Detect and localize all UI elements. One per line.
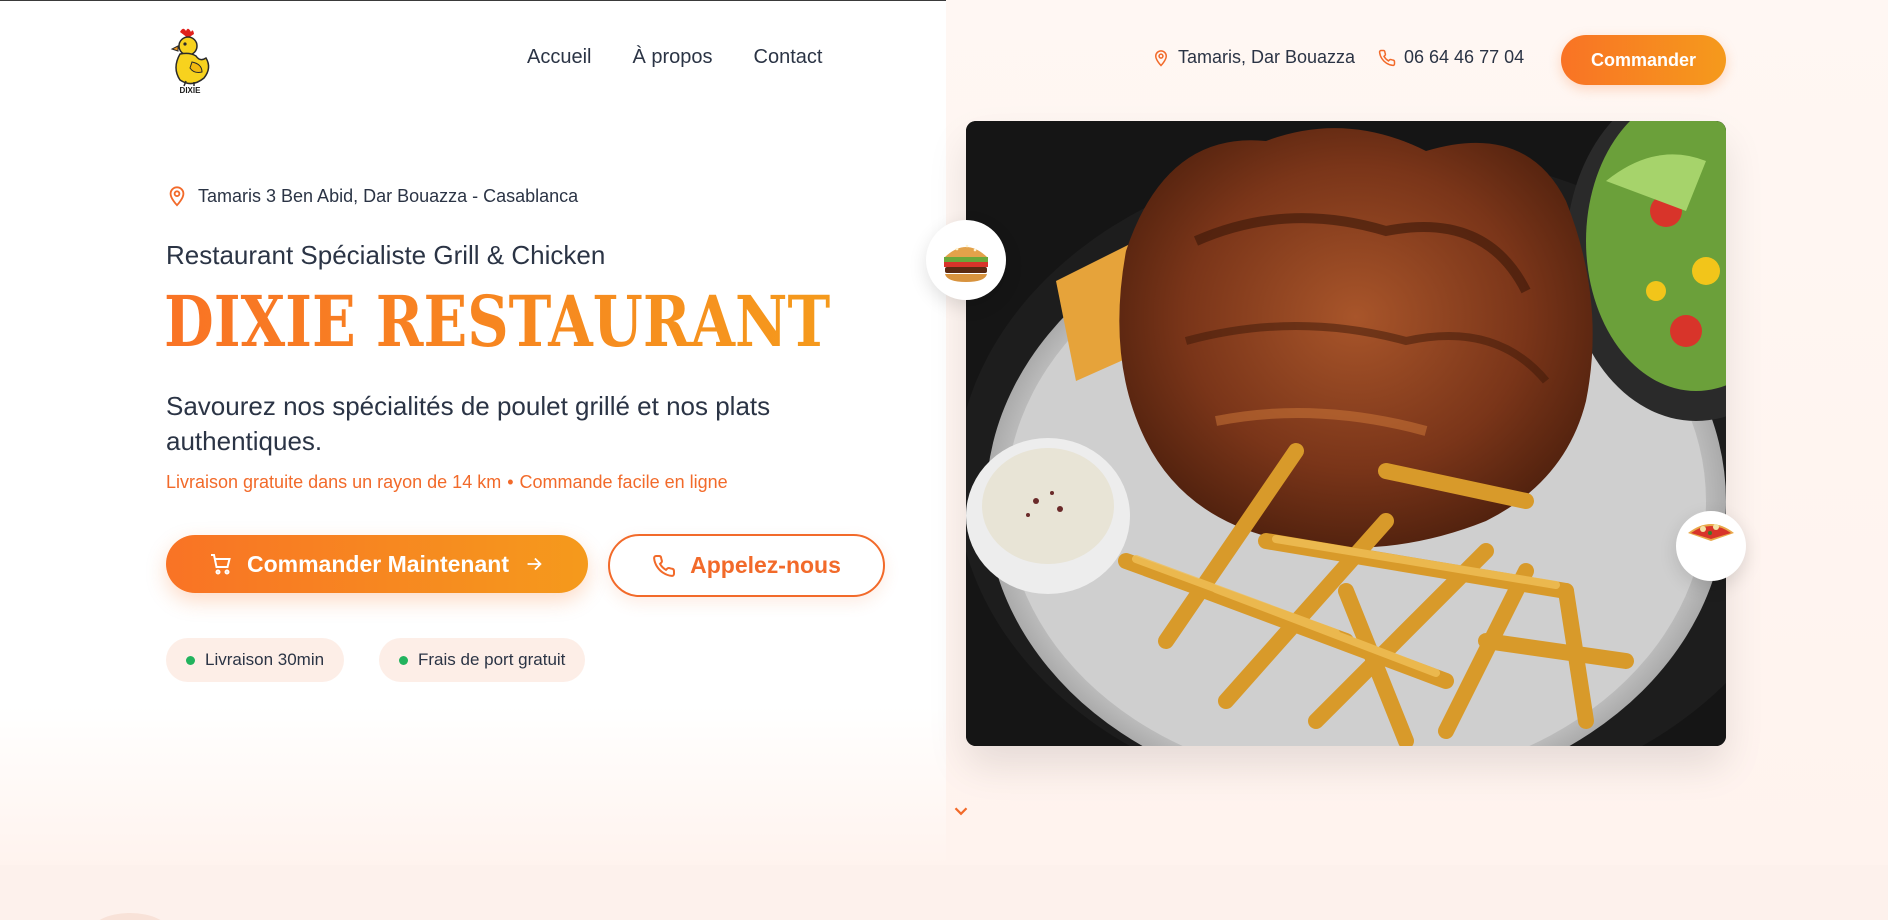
header-location-text: Tamaris, Dar Bouazza (1178, 47, 1356, 67)
hero-description: Savourez nos spécialités de poulet grill… (166, 391, 771, 456)
decorative-blob (90, 913, 170, 920)
burger-icon (944, 244, 988, 282)
perk-free-delivery: Livraison gratuite dans un rayon de 14 k… (166, 472, 502, 492)
logo-text: DIXIE (180, 86, 202, 94)
hero-address: Tamaris 3 Ben Abid, Dar Bouazza - Casabl… (166, 184, 578, 208)
order-now-button[interactable]: Commander Maintenant (166, 535, 588, 593)
status-dot (399, 655, 408, 665)
call-us-label: Appelez-nous (690, 552, 841, 578)
location-pin-icon (1154, 49, 1168, 67)
chevron-down-icon[interactable] (950, 800, 972, 822)
cart-icon (211, 554, 231, 575)
phone-icon (1378, 49, 1396, 66)
next-section-preview (0, 865, 1888, 920)
location-pin-icon (169, 186, 185, 207)
header-phone[interactable]: 06 64 46 77 04 (1378, 47, 1524, 68)
hero-perks: Livraison gratuite dans un rayon de 14 k… (166, 472, 728, 493)
hero-food-image (966, 121, 1726, 746)
nav-contact[interactable]: Contact (754, 46, 823, 69)
header-order-button[interactable]: Commander (1561, 35, 1726, 85)
main-nav: Accueil À propos Contact (527, 46, 822, 69)
perk-separator: • (507, 472, 514, 492)
dixie-logo[interactable]: DIXIE (166, 26, 214, 95)
nav-a-propos[interactable]: À propos (632, 46, 712, 69)
badge-free-shipping: Frais de port gratuit (379, 638, 586, 682)
header-phone-text: 06 64 46 77 04 (1404, 47, 1525, 67)
hero-tagline: Restaurant Spécialiste Grill & Chicken (166, 240, 606, 270)
hero-address-text: Tamaris 3 Ben Abid, Dar Bouazza - Casabl… (198, 185, 579, 206)
nav-accueil[interactable]: Accueil (527, 46, 591, 69)
call-us-button[interactable]: Appelez-nous (608, 534, 885, 597)
badge-free-shipping-text: Frais de port gratuit (418, 650, 566, 669)
badge-delivery-time: Livraison 30min (166, 638, 345, 682)
burger-badge (926, 220, 1006, 300)
hero-title: DIXIE RESTAURANT (164, 280, 831, 363)
phone-icon (653, 554, 676, 577)
perk-online-order: Commande facile en ligne (519, 472, 728, 492)
pizza-badge (1676, 511, 1746, 581)
order-now-label: Commander Maintenant (247, 550, 509, 577)
pizza-icon (1688, 524, 1734, 541)
arrow-right-icon (527, 557, 542, 571)
status-dot (186, 655, 195, 665)
badge-delivery-time-text: Livraison 30min (205, 650, 325, 669)
header-location: Tamaris, Dar Bouazza (1152, 47, 1355, 68)
